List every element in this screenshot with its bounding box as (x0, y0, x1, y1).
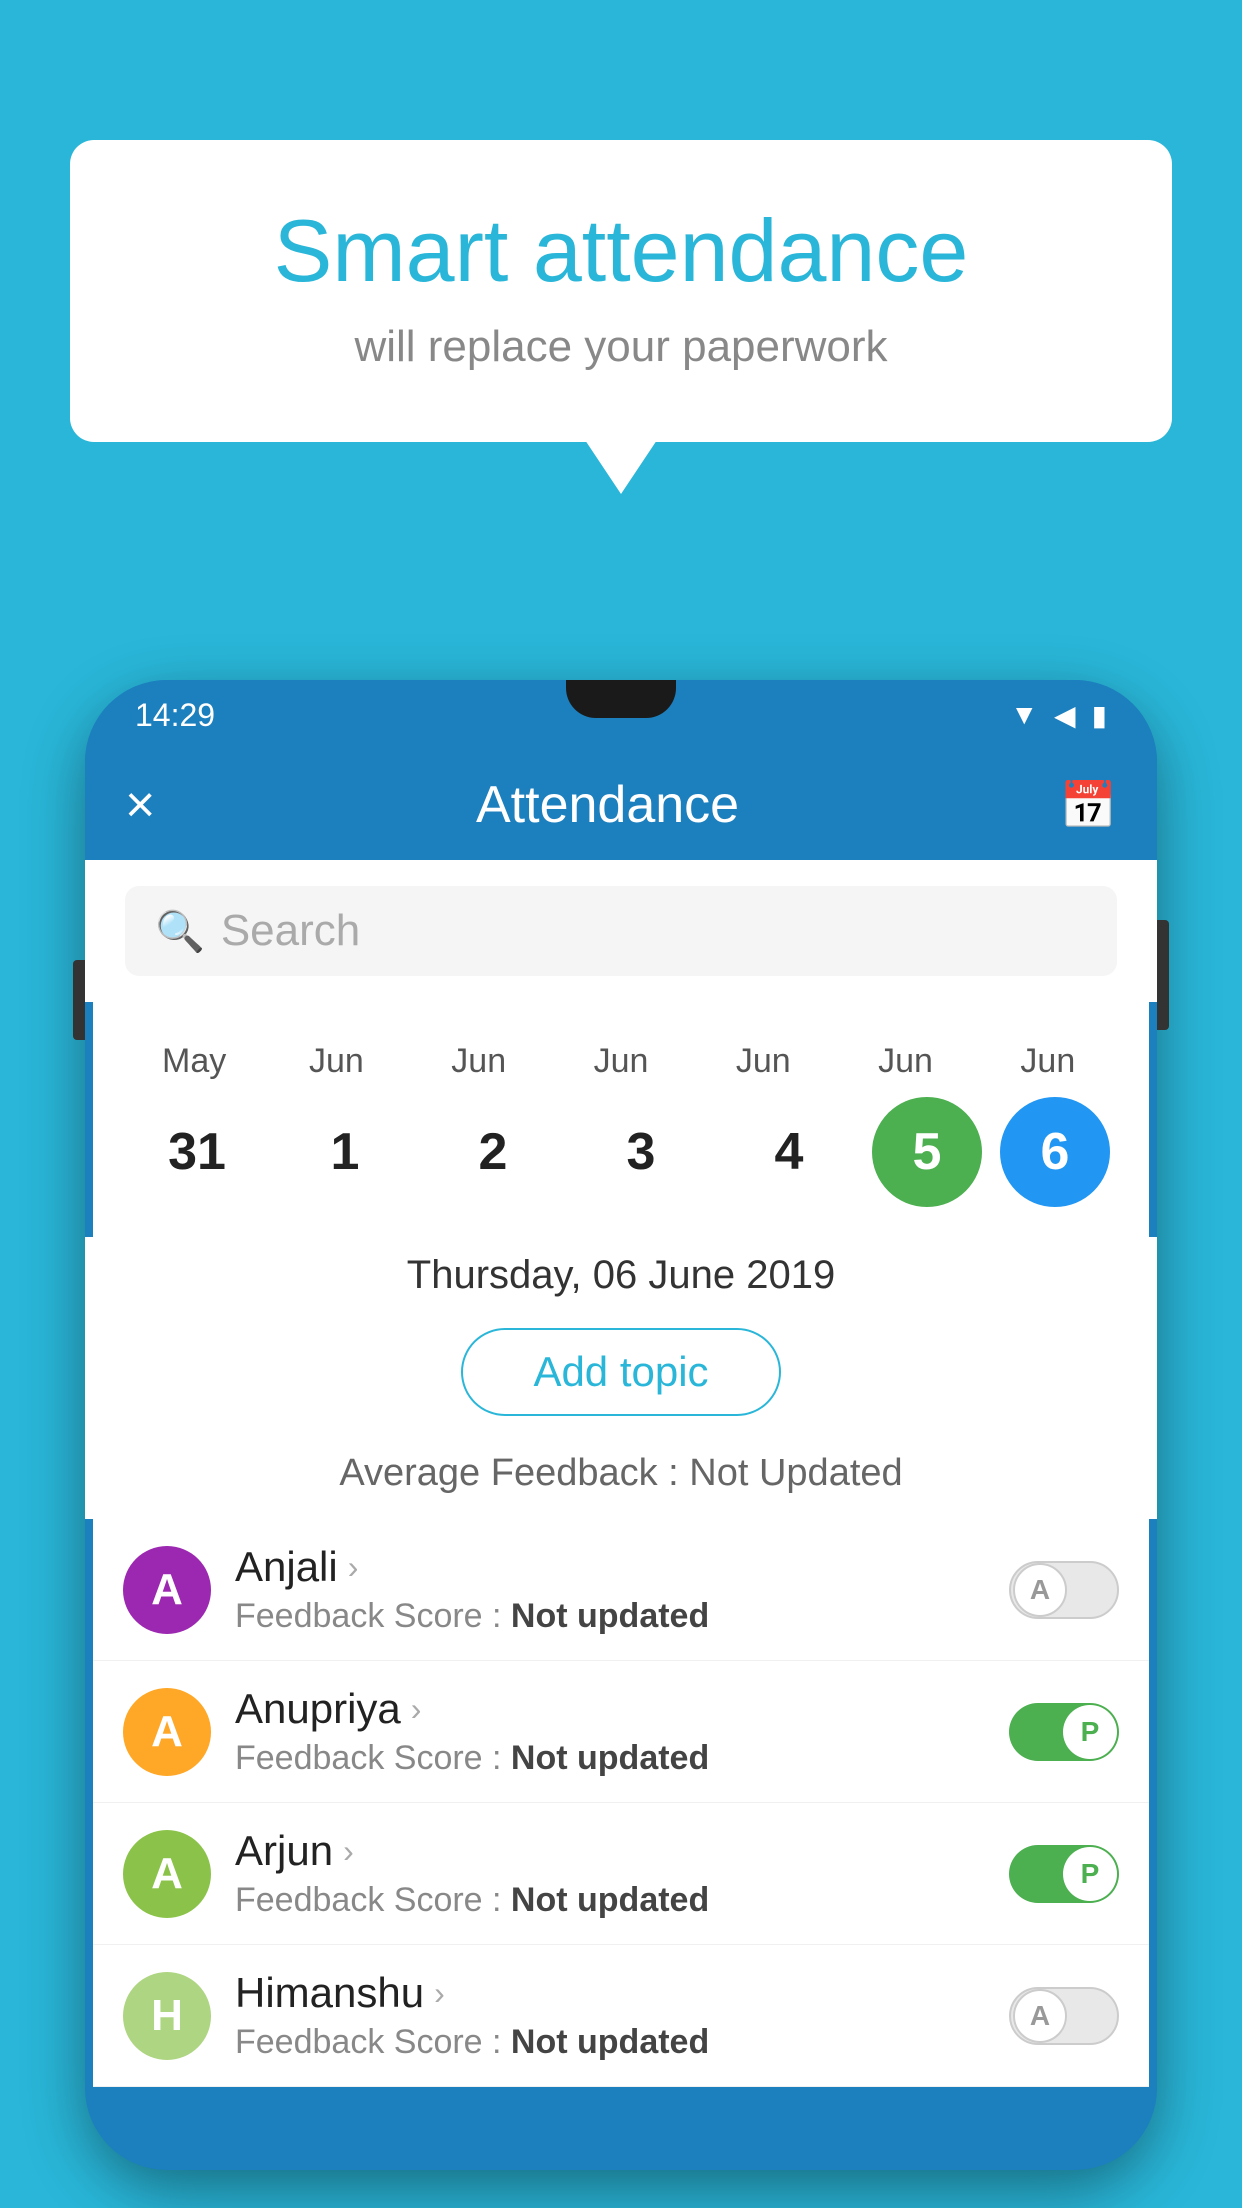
calendar-section: May Jun Jun Jun Jun Jun Jun 31 1 2 3 4 5… (93, 1002, 1149, 1237)
chevron-icon: › (343, 1833, 354, 1870)
notch (566, 680, 676, 718)
student-avatar: A (123, 1830, 211, 1918)
day-4[interactable]: 4 (724, 1122, 854, 1182)
student-name[interactable]: Arjun› (235, 1827, 985, 1875)
speech-bubble-container: Smart attendance will replace your paper… (70, 140, 1172, 442)
month-0[interactable]: May (129, 1042, 259, 1081)
student-info: Anupriya› Feedback Score : Not updated (235, 1685, 985, 1778)
student-feedback: Feedback Score : Not updated (235, 2023, 985, 2062)
day-2[interactable]: 2 (428, 1122, 558, 1182)
phone: 14:29 ▼ ◀ ▮ × Attendance 📅 🔍 Search (85, 680, 1157, 2170)
phone-wrapper: 14:29 ▼ ◀ ▮ × Attendance 📅 🔍 Search (85, 680, 1157, 2208)
chevron-icon: › (434, 1975, 445, 2012)
speech-bubble-title: Smart attendance (150, 200, 1092, 302)
student-item: H Himanshu› Feedback Score : Not updated A (93, 1945, 1149, 2087)
day-6-selected[interactable]: 6 (1000, 1097, 1110, 1207)
attendance-toggle[interactable]: P (1009, 1845, 1119, 1903)
search-bar[interactable]: 🔍 Search (125, 886, 1117, 976)
month-6[interactable]: Jun (983, 1042, 1113, 1081)
calendar-icon[interactable]: 📅 (1060, 778, 1117, 833)
add-topic-button[interactable]: Add topic (461, 1328, 780, 1416)
student-feedback: Feedback Score : Not updated (235, 1739, 985, 1778)
student-item: A Anupriya› Feedback Score : Not updated P (93, 1661, 1149, 1803)
attendance-toggle[interactable]: A (1009, 1987, 1119, 2045)
status-icons: ▼ ◀ ▮ (1010, 699, 1107, 732)
student-avatar: H (123, 1972, 211, 2060)
status-time: 14:29 (135, 697, 215, 734)
student-item: A Anjali› Feedback Score : Not updated A (93, 1519, 1149, 1661)
status-bar: 14:29 ▼ ◀ ▮ (85, 680, 1157, 750)
student-item: A Arjun› Feedback Score : Not updated P (93, 1803, 1149, 1945)
student-name[interactable]: Anjali› (235, 1543, 985, 1591)
signal-icon: ◀ (1054, 699, 1076, 732)
student-name[interactable]: Anupriya› (235, 1685, 985, 1733)
average-feedback: Average Feedback : Not Updated (85, 1436, 1157, 1519)
wifi-icon: ▼ (1010, 699, 1038, 731)
student-avatar: A (123, 1546, 211, 1634)
student-info: Anjali› Feedback Score : Not updated (235, 1543, 985, 1636)
header-title: Attendance (476, 775, 739, 835)
student-avatar: A (123, 1688, 211, 1776)
add-topic-container: Add topic (85, 1314, 1157, 1436)
month-1[interactable]: Jun (271, 1042, 401, 1081)
student-list: AAnjali›Feedback Score : Not updatedAAAn… (93, 1519, 1149, 2087)
volume-button (73, 960, 85, 1040)
day-1[interactable]: 1 (280, 1122, 410, 1182)
student-feedback: Feedback Score : Not updated (235, 1881, 985, 1920)
calendar-months-row: May Jun Jun Jun Jun Jun Jun (93, 1022, 1149, 1087)
month-5[interactable]: Jun (841, 1042, 971, 1081)
chevron-icon: › (411, 1691, 422, 1728)
close-button[interactable]: × (125, 775, 155, 835)
search-placeholder: Search (221, 906, 360, 956)
selected-date: Thursday, 06 June 2019 (85, 1237, 1157, 1314)
phone-screen: 14:29 ▼ ◀ ▮ × Attendance 📅 🔍 Search (85, 680, 1157, 2170)
month-3[interactable]: Jun (556, 1042, 686, 1081)
attendance-toggle[interactable]: P (1009, 1703, 1119, 1761)
day-3[interactable]: 3 (576, 1122, 706, 1182)
battery-icon: ▮ (1092, 699, 1107, 732)
chevron-icon: › (348, 1549, 359, 1586)
day-5-today[interactable]: 5 (872, 1097, 982, 1207)
search-icon: 🔍 (155, 908, 205, 955)
student-name[interactable]: Himanshu› (235, 1969, 985, 2017)
calendar-days-row: 31 1 2 3 4 5 6 (93, 1087, 1149, 1237)
student-feedback: Feedback Score : Not updated (235, 1597, 985, 1636)
speech-bubble-subtitle: will replace your paperwork (150, 322, 1092, 372)
speech-bubble: Smart attendance will replace your paper… (70, 140, 1172, 442)
app-header: × Attendance 📅 (85, 750, 1157, 860)
attendance-toggle[interactable]: A (1009, 1561, 1119, 1619)
power-button (1157, 920, 1169, 1030)
month-2[interactable]: Jun (414, 1042, 544, 1081)
student-info: Arjun› Feedback Score : Not updated (235, 1827, 985, 1920)
student-info: Himanshu› Feedback Score : Not updated (235, 1969, 985, 2062)
day-31[interactable]: 31 (132, 1122, 262, 1182)
month-4[interactable]: Jun (698, 1042, 828, 1081)
